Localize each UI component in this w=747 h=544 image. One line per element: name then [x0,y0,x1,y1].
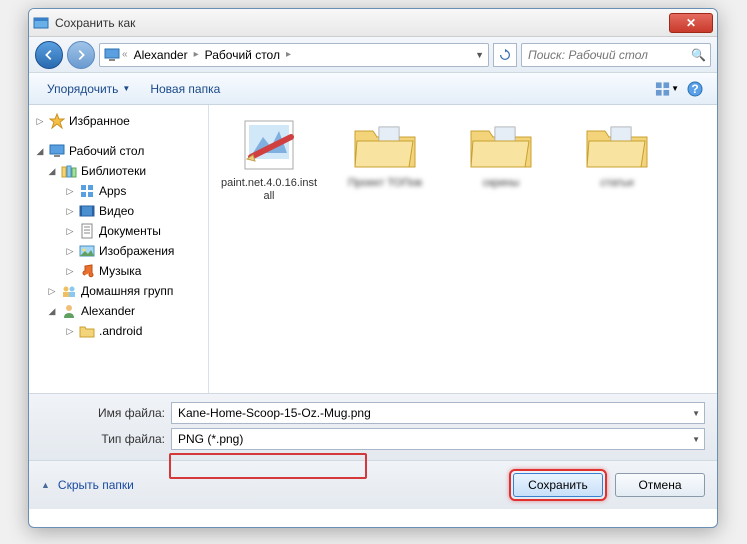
expand-icon[interactable]: ▷ [65,326,75,337]
help-button[interactable]: ? [683,77,707,101]
user-icon [61,303,77,319]
desktop-icon [49,143,65,159]
window-title: Сохранить как [55,16,669,30]
svg-text:?: ? [691,82,698,96]
chevron-down-icon[interactable]: ▼ [692,435,700,444]
view-menu[interactable]: ▼ [655,77,679,101]
search-box[interactable]: 🔍 [521,43,711,67]
file-item[interactable]: paint.net.4.0.16.install [221,117,317,203]
organize-menu[interactable]: Упорядочить▼ [37,78,140,100]
chevron-right-icon: « [122,49,128,60]
images-icon [79,243,95,259]
folder-icon [79,323,95,339]
save-as-dialog: Сохранить как ✕ « Alexander ▸ Рабочий ст… [28,8,718,528]
cancel-button[interactable]: Отмена [615,473,705,497]
tree-item-label: Домашняя групп [81,284,173,298]
back-button[interactable] [35,41,63,69]
tree-item[interactable]: ▷ Видео [29,201,208,221]
expand-icon[interactable]: ▷ [65,186,75,197]
highlight-annotation: Сохранить [509,469,607,501]
tree-item[interactable]: ▷ Домашняя групп [29,281,208,301]
filename-label: Имя файла: [79,406,165,420]
search-icon: 🔍 [691,48,706,62]
tree-item[interactable]: ▷ Музыка [29,261,208,281]
tree-item-label: Документы [99,224,161,238]
file-list[interactable]: paint.net.4.0.16.install Проект ТОПов скри… [209,105,717,393]
expand-icon[interactable]: ◢ [47,166,57,177]
tree-item[interactable]: ▷ Изображения [29,241,208,261]
expand-icon[interactable]: ▷ [65,226,75,237]
filename-input[interactable]: Kane-Home-Scoop-15-Oz.-Mug.png▼ [171,402,705,424]
expand-icon[interactable]: ◢ [47,306,57,317]
filetype-label: Тип файла: [79,432,165,446]
tree-item[interactable]: ◢ Рабочий стол [29,141,208,161]
chevron-down-icon: ▼ [122,84,130,93]
tree-item-label: Музыка [99,264,141,278]
file-item[interactable]: статьи [569,117,665,203]
expand-icon[interactable]: ▷ [47,286,57,297]
star-icon [49,113,65,129]
tree-item[interactable]: ▷ Apps [29,181,208,201]
file-name: Проект ТОПов [337,177,433,190]
music-icon [79,263,95,279]
tree-item[interactable]: ◢ Alexander [29,301,208,321]
video-icon [79,203,95,219]
folder-icon [465,117,537,173]
hide-folders-link[interactable]: Скрыть папки [58,478,134,492]
desktop-icon [104,47,120,63]
file-item[interactable]: Проект ТОПов [337,117,433,203]
folder-tree[interactable]: ▷Избранное◢Рабочий стол◢Библиотеки▷Apps▷… [29,105,209,393]
expand-icon[interactable]: ▷ [65,206,75,217]
file-name: paint.net.4.0.16.install [221,177,317,203]
close-button[interactable]: ✕ [669,13,713,33]
file-name: скрины [453,177,549,190]
tree-item-label: Избранное [69,114,130,128]
expand-icon[interactable]: ▲ [41,480,50,490]
tree-item-label: Рабочий стол [69,144,144,158]
file-item[interactable]: скрины [453,117,549,203]
tree-item-label: Apps [99,184,126,198]
folder-icon [581,117,653,173]
breadcrumb-part[interactable]: Alexander [130,46,192,64]
expand-icon[interactable]: ▷ [65,246,75,257]
content-area: ▷Избранное◢Рабочий стол◢Библиотеки▷Apps▷… [29,105,717,393]
filetype-select[interactable]: PNG (*.png)▼ [171,428,705,450]
chevron-right-icon: ▸ [286,49,291,60]
new-folder-button[interactable]: Новая папка [140,78,230,100]
app-icon [33,15,49,31]
breadcrumb-part[interactable]: Рабочий стол [201,46,284,64]
tree-item[interactable]: ▷ Избранное [29,111,208,131]
folder-icon [349,117,421,173]
apps-icon [79,183,95,199]
titlebar: Сохранить как ✕ [29,9,717,37]
footer: ▲ Скрыть папки Сохранить Отмена [29,460,717,509]
chevron-down-icon[interactable]: ▼ [692,409,700,418]
search-input[interactable] [528,48,685,62]
tree-item-label: Библиотеки [81,164,146,178]
navbar: « Alexander ▸ Рабочий стол ▸ ▼ 🔍 [29,37,717,73]
libraries-icon [61,163,77,179]
refresh-button[interactable] [493,43,517,67]
dropdown-icon[interactable]: ▼ [475,50,484,60]
tree-item[interactable]: ▷ Документы [29,221,208,241]
forward-button[interactable] [67,41,95,69]
tree-item-label: Видео [99,204,134,218]
app-icon [233,117,305,173]
homegroup-icon [61,283,77,299]
tree-item-label: Изображения [99,244,174,258]
expand-icon[interactable]: ▷ [35,116,45,127]
breadcrumb[interactable]: « Alexander ▸ Рабочий стол ▸ ▼ [99,43,489,67]
tree-item-label: .android [99,324,142,338]
tree-item[interactable]: ▷ .android [29,321,208,341]
expand-icon[interactable]: ▷ [65,266,75,277]
file-name: статьи [569,177,665,190]
docs-icon [79,223,95,239]
chevron-right-icon: ▸ [194,49,199,60]
expand-icon[interactable]: ◢ [35,146,45,157]
save-button[interactable]: Сохранить [513,473,603,497]
tree-item[interactable]: ◢ Библиотеки [29,161,208,181]
toolbar: Упорядочить▼ Новая папка ▼ ? [29,73,717,105]
save-fields: Имя файла: Kane-Home-Scoop-15-Oz.-Mug.pn… [29,393,717,460]
tree-item-label: Alexander [81,304,135,318]
